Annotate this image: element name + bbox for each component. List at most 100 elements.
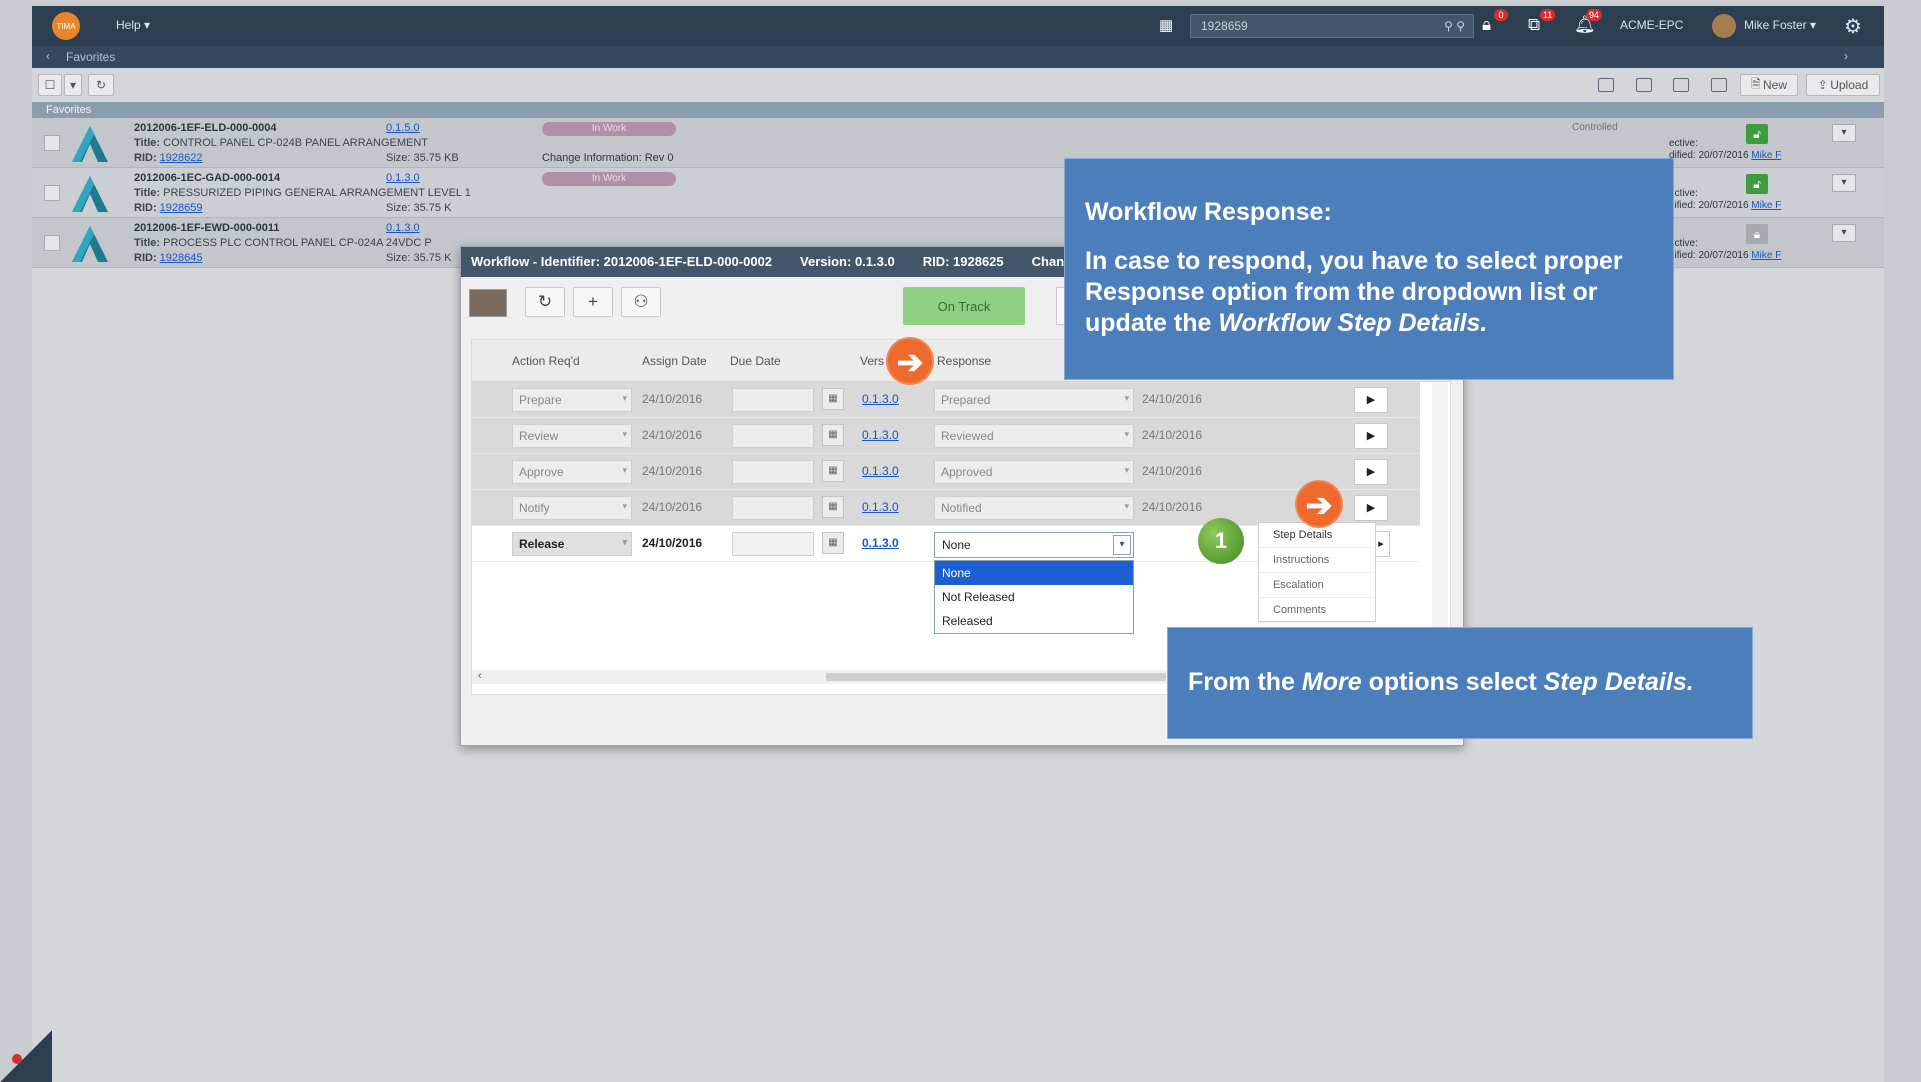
more-options-button[interactable]: ▶ [1354,495,1388,521]
assign-date: 24/10/2016 [642,536,703,550]
response-dropdown[interactable]: None ▾ [934,532,1134,558]
option-none[interactable]: None [935,561,1133,585]
menu-comments[interactable]: Comments [1259,598,1375,623]
action-value: Approve [519,465,564,479]
response-select[interactable]: Reviewed ▾ [934,424,1134,448]
version-link[interactable]: 0.1.3.0 [386,222,420,234]
menu-instructions[interactable]: Instructions [1259,548,1375,573]
chevron-down-icon[interactable]: ▾ [1113,535,1131,555]
due-date-input[interactable] [732,496,814,520]
upload-button[interactable]: ⇪ Upload [1806,74,1880,96]
option-not-released[interactable]: Not Released [935,585,1133,609]
lock-icon[interactable]: 🔒︎ 0 [1482,9,1508,35]
col-version[interactable]: Vers [860,354,884,368]
version-link[interactable]: 0.1.3.0 [386,172,420,184]
modified-by-link[interactable]: Mike F [1751,200,1781,211]
action-select[interactable]: Release ▾ [512,532,632,556]
title-value: PRESSURIZED PIPING GENERAL ARRANGEMENT L… [163,187,471,199]
rid-link[interactable]: 1928645 [160,252,203,264]
calendar-icon[interactable]: ▦ [822,388,844,410]
due-date-input[interactable] [732,388,814,412]
action-select[interactable]: Prepare ▾ [512,388,632,412]
row-checkbox[interactable] [44,185,60,201]
version-link[interactable]: 0.1.3.0 [862,500,899,514]
col-response[interactable]: Response [937,354,991,368]
menu-escalation[interactable]: Escalation [1259,573,1375,598]
calendar-icon[interactable]: ▦ [822,460,844,482]
filter-search-icon[interactable]: ⚲ ⚲ [1444,19,1465,33]
row-checkbox[interactable] [44,135,60,151]
more-options-button[interactable]: ▶ [1354,423,1388,449]
app-logo[interactable]: TIMA [52,12,80,40]
action-select[interactable]: Notify ▾ [512,496,632,520]
export-icon[interactable] [1673,78,1689,92]
lock-badge: 0 [1494,9,1508,21]
unlocked-icon[interactable]: 🔓︎ [1746,174,1768,194]
version-link[interactable]: 0.1.3.0 [862,428,899,442]
search-input[interactable]: 1928659 ⚲ ⚲ [1190,14,1474,38]
company-selector[interactable]: ACME-EPC [1620,18,1683,32]
help-menu[interactable]: Help ▾ [116,18,150,32]
bell-icon[interactable]: 🔔︎ 94 [1574,9,1603,35]
select-all-checkbox[interactable]: ☐ [38,74,62,96]
refresh-button[interactable]: ↻ [88,74,114,96]
locked-icon[interactable]: 🔒︎ [1746,224,1768,244]
document-id[interactable]: 2012006-1EF-EWD-000-0011 [134,222,280,234]
title-label: Title: [134,237,161,249]
due-date-input[interactable] [732,460,814,484]
select-dropdown-button[interactable]: ▾ [64,74,82,96]
apps-grid-icon[interactable]: ▦ [1159,18,1177,34]
list-view-icon[interactable] [1598,78,1614,92]
response-select[interactable]: Approved ▾ [934,460,1134,484]
chevron-left-icon[interactable]: ‹ [478,670,482,682]
action-select[interactable]: Review ▾ [512,424,632,448]
document-view-icon[interactable] [1636,78,1652,92]
unlocked-icon[interactable]: 🔓︎ [1746,124,1768,144]
due-date-input[interactable] [732,424,814,448]
version-link[interactable]: 0.1.5.0 [386,122,420,134]
document-id[interactable]: 2012006-1EC-GAD-000-0014 [134,172,280,184]
calendar-icon[interactable]: ▦ [822,532,844,554]
modified-by-link[interactable]: Mike F [1751,150,1781,161]
col-action[interactable]: Action Req'd [512,354,580,368]
chevron-right-icon[interactable]: › [1844,49,1848,63]
response-value: Reviewed [941,429,994,443]
scroll-thumb[interactable] [826,673,1166,681]
response-select[interactable]: Notified ▾ [934,496,1134,520]
chevron-down-icon: ▾ [622,429,627,439]
response-select[interactable]: Prepared ▾ [934,388,1134,412]
version-link[interactable]: 0.1.3.0 [862,392,899,406]
chevron-left-icon[interactable]: ‹ [46,49,50,63]
row-menu-button[interactable]: ▾ [1832,224,1856,242]
due-date-input[interactable] [732,532,814,556]
col-due-date[interactable]: Due Date [730,354,781,368]
version-link[interactable]: 0.1.3.0 [862,464,899,478]
more-options-button[interactable]: ▶ [1354,459,1388,485]
document-id[interactable]: 2012006-1EF-ELD-000-0004 [134,122,276,134]
rid-link[interactable]: 1928659 [160,202,203,214]
version-link[interactable]: 0.1.3.0 [862,536,899,550]
modified-by-link[interactable]: Mike F [1751,250,1781,261]
row-menu-button[interactable]: ▾ [1832,174,1856,192]
calendar-icon[interactable]: ▦ [822,496,844,518]
new-button[interactable]: 🗎 New [1740,74,1798,96]
gear-icon[interactable]: ⚙ [1844,14,1862,39]
action-select[interactable]: Approve ▾ [512,460,632,484]
table-view-icon[interactable] [1711,78,1727,92]
more-options-button[interactable]: ▶ [1354,387,1388,413]
user-icon[interactable]: ⚇ [621,287,661,317]
breadcrumb-favorites[interactable]: Favorites [66,50,115,64]
row-checkbox[interactable] [44,235,60,251]
org-chart-icon[interactable]: ⧉ 11 [1528,9,1556,35]
add-button[interactable]: + [573,287,613,317]
calendar-icon[interactable]: ▦ [822,424,844,446]
corner-widget[interactable] [0,1030,52,1082]
on-track-status: On Track [903,287,1025,325]
refresh-button[interactable]: ↻ [525,287,565,317]
col-assign-date[interactable]: Assign Date [642,354,707,368]
user-menu[interactable]: Mike Foster ▾ [1744,18,1816,32]
row-menu-button[interactable]: ▾ [1832,124,1856,142]
user-avatar[interactable] [1712,14,1736,38]
rid-link[interactable]: 1928622 [160,152,203,164]
option-released[interactable]: Released [935,609,1133,633]
